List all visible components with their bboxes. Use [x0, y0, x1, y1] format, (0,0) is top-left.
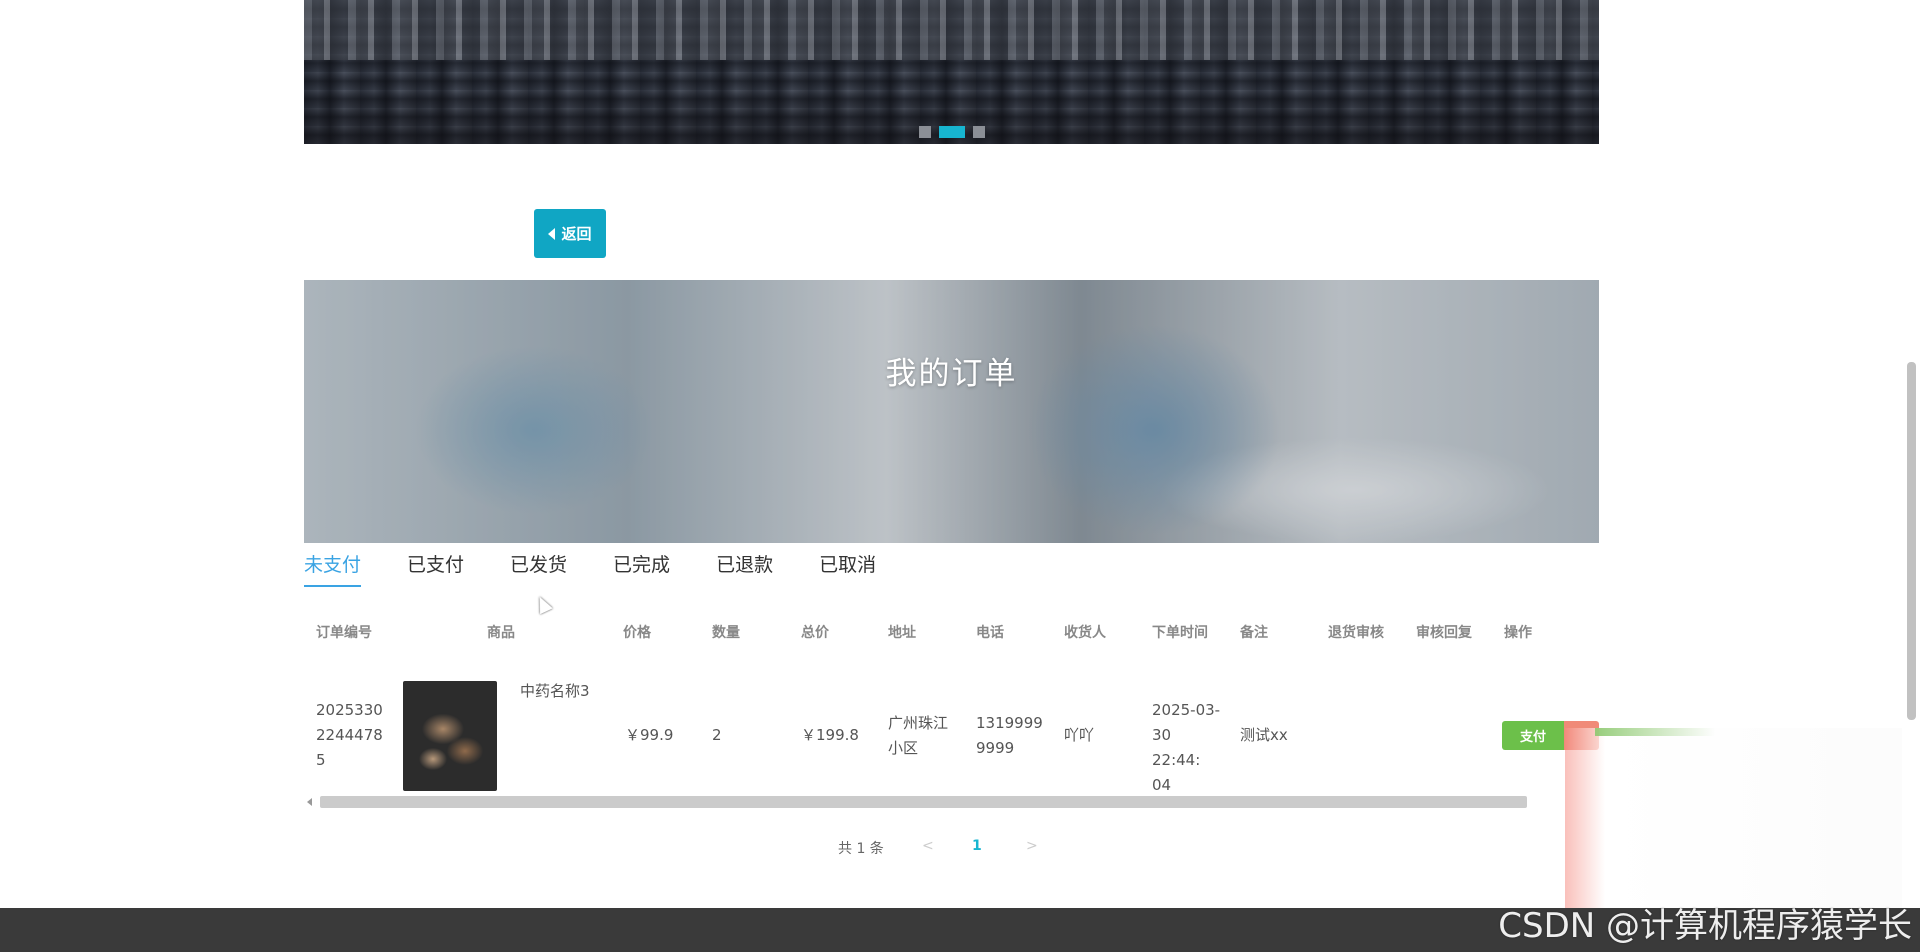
tab-paid[interactable]: 已支付: [407, 545, 464, 585]
pagination-prev-button[interactable]: <: [922, 838, 934, 854]
table-header: 订单编号 商品 价格 数量 总价 地址 电话 收货人 下单时间 备注 退货审核 …: [304, 610, 1599, 652]
pagination: 共 1 条 < 1 >: [0, 838, 1920, 858]
header-receiver: 收货人: [1064, 625, 1106, 641]
back-button-label: 返回: [561, 225, 592, 243]
vertical-scrollbar-thumb[interactable]: [1907, 362, 1916, 720]
cell-order-no: 2025330 2244478 5: [316, 701, 383, 769]
scrollbar-thumb[interactable]: [320, 796, 1527, 808]
carousel-dot-3[interactable]: [972, 126, 985, 138]
cell-price: ￥99.9: [625, 726, 674, 744]
header-qty: 数量: [712, 625, 740, 641]
page-title: 我的订单: [885, 356, 1018, 392]
back-button[interactable]: 返回: [534, 209, 606, 258]
page: 返回 我的订单 未支付 已支付 已发货 已完成 已退款 已取消 订单编号 商品 …: [0, 0, 1920, 952]
cell-remark: 测试xx: [1240, 726, 1288, 744]
pagination-page-1[interactable]: 1: [972, 838, 982, 854]
cell-phone: 1319999 9999: [976, 714, 1043, 757]
vertical-scrollbar[interactable]: [1902, 0, 1920, 908]
header-address: 地址: [888, 625, 916, 641]
cell-receiver: 吖吖: [1064, 726, 1095, 744]
header-review-reply: 审核回复: [1416, 625, 1472, 641]
product-image[interactable]: [403, 681, 497, 791]
cell-address: 广州珠江 小区: [888, 714, 949, 757]
header-order-time: 下单时间: [1152, 625, 1208, 641]
carousel-dot-2[interactable]: [938, 126, 965, 138]
header-product: 商品: [487, 625, 515, 641]
carousel-indicators: [304, 126, 1599, 138]
tab-refunded[interactable]: 已退款: [716, 545, 773, 585]
header-order-no: 订单编号: [316, 625, 372, 641]
cancel-order-button[interactable]: [1564, 721, 1599, 750]
tab-completed[interactable]: 已完成: [613, 545, 670, 585]
header-total: 总价: [801, 625, 829, 641]
header-price: 价格: [623, 625, 651, 641]
watermark-text: CSDN @计算机程序猿学长: [1498, 906, 1912, 946]
tab-cancelled[interactable]: 已取消: [819, 545, 876, 585]
carousel-image: [304, 0, 1599, 60]
orders-table: 订单编号 商品 价格 数量 总价 地址 电话 收货人 下单时间 备注 退货审核 …: [304, 610, 1599, 794]
banner-overlay: [304, 280, 1599, 543]
tab-unpaid[interactable]: 未支付: [304, 545, 362, 587]
header-phone: 电话: [976, 625, 1004, 641]
pagination-next-button[interactable]: >: [1026, 838, 1038, 854]
horizontal-scrollbar[interactable]: [304, 795, 1527, 809]
cell-order-time: 2025-03- 30 22:44: 04: [1152, 701, 1221, 794]
header-actions: 操作: [1504, 625, 1532, 641]
table-row: 2025330 2244478 5 中药名称3 ￥99.9 2 ￥199.8 广…: [304, 652, 1599, 794]
scroll-left-icon[interactable]: [307, 798, 312, 806]
pagination-total: 共 1 条: [838, 841, 884, 857]
tab-shipped[interactable]: 已发货: [510, 545, 567, 585]
caret-left-icon: [548, 227, 556, 240]
page-banner: 我的订单: [304, 280, 1599, 543]
cell-qty: 2: [712, 726, 722, 744]
cell-total: ￥199.8: [801, 726, 859, 744]
header-refund-review: 退货审核: [1328, 625, 1384, 641]
header-remark: 备注: [1240, 625, 1268, 641]
image-carousel[interactable]: [304, 0, 1599, 144]
carousel-dot-1[interactable]: [918, 126, 931, 138]
screen-glare: [1565, 728, 1920, 908]
pay-button[interactable]: 支付: [1502, 721, 1564, 750]
order-status-tabs: 未支付 已支付 已发货 已完成 已退款 已取消: [304, 545, 922, 588]
cell-product-name: 中药名称3: [520, 682, 590, 700]
